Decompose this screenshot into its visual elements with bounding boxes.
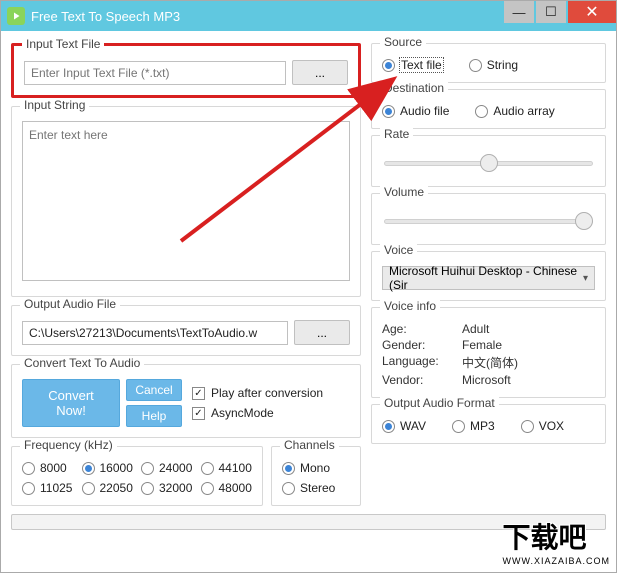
voice-info-key: Language: bbox=[382, 354, 462, 371]
play-after-checkbox[interactable]: ✓Play after conversion bbox=[192, 386, 323, 400]
source-group: Source Text fileString bbox=[371, 43, 606, 83]
voice-select[interactable]: Microsoft Huihui Desktop - Chinese (Sir … bbox=[382, 266, 595, 290]
browse-input-button[interactable]: ... bbox=[292, 60, 348, 85]
output-format-group: Output Audio Format WAVMP3VOX bbox=[371, 404, 606, 444]
radio-32000[interactable]: 32000 bbox=[141, 481, 193, 495]
radio-text-file[interactable]: Text file bbox=[382, 58, 443, 72]
voice-group: Voice Microsoft Huihui Desktop - Chinese… bbox=[371, 251, 606, 301]
group-legend: Output Audio Format bbox=[380, 396, 499, 410]
async-mode-checkbox[interactable]: ✓AsyncMode bbox=[192, 406, 323, 420]
radio-audio-array[interactable]: Audio array bbox=[475, 104, 554, 118]
group-legend: Volume bbox=[380, 185, 428, 199]
input-text-file-field[interactable] bbox=[24, 61, 286, 85]
group-legend: Destination bbox=[380, 81, 448, 95]
group-legend: Input String bbox=[20, 98, 89, 112]
radio-8000[interactable]: 8000 bbox=[22, 461, 74, 475]
radio-44100[interactable]: 44100 bbox=[201, 461, 253, 475]
cancel-button[interactable]: Cancel bbox=[126, 379, 182, 401]
frequency-group: Frequency (kHz) 800016000240004410011025… bbox=[11, 446, 263, 506]
radio-48000[interactable]: 48000 bbox=[201, 481, 253, 495]
group-legend: Source bbox=[380, 35, 426, 49]
group-legend: Voice info bbox=[380, 299, 440, 313]
minimize-button[interactable]: — bbox=[504, 1, 534, 23]
radio-11025[interactable]: 11025 bbox=[22, 481, 74, 495]
volume-slider[interactable] bbox=[384, 210, 593, 232]
voice-info-value: 中文(简体) bbox=[462, 354, 595, 371]
radio-16000[interactable]: 16000 bbox=[82, 461, 134, 475]
input-string-textarea[interactable] bbox=[22, 121, 350, 281]
group-legend: Channels bbox=[280, 438, 339, 452]
voice-info-key: Vendor: bbox=[382, 373, 462, 387]
radio-24000[interactable]: 24000 bbox=[141, 461, 193, 475]
maximize-button[interactable]: ☐ bbox=[536, 1, 566, 23]
channels-group: Channels MonoStereo bbox=[271, 446, 361, 506]
radio-22050[interactable]: 22050 bbox=[82, 481, 134, 495]
app-title: Free Text To Speech MP3 bbox=[31, 9, 502, 24]
rate-slider[interactable] bbox=[384, 152, 593, 174]
voice-info-key: Gender: bbox=[382, 338, 462, 352]
group-legend: Rate bbox=[380, 127, 413, 141]
group-legend: Output Audio File bbox=[20, 297, 120, 311]
group-legend: Voice bbox=[380, 243, 417, 257]
voice-info-group: Voice info Age:AdultGender:FemaleLanguag… bbox=[371, 307, 606, 398]
radio-wav[interactable]: WAV bbox=[382, 419, 426, 433]
volume-group: Volume bbox=[371, 193, 606, 245]
watermark: 下载吧 WWW.XIAZAIBA.COM bbox=[503, 516, 611, 566]
output-audio-file-group: Output Audio File ... bbox=[11, 305, 361, 356]
destination-group: Destination Audio fileAudio array bbox=[371, 89, 606, 129]
group-legend: Convert Text To Audio bbox=[20, 356, 144, 370]
convert-now-button[interactable]: Convert Now! bbox=[22, 379, 120, 427]
app-icon bbox=[7, 7, 25, 25]
input-text-file-group: Input Text File ... bbox=[11, 43, 361, 98]
output-audio-file-field[interactable] bbox=[22, 321, 288, 345]
radio-audio-file[interactable]: Audio file bbox=[382, 104, 449, 118]
convert-group: Convert Text To Audio Convert Now! Cance… bbox=[11, 364, 361, 438]
radio-stereo[interactable]: Stereo bbox=[282, 481, 350, 495]
radio-mono[interactable]: Mono bbox=[282, 461, 350, 475]
rate-group: Rate bbox=[371, 135, 606, 187]
voice-info-value: Microsoft bbox=[462, 373, 595, 387]
input-string-group: Input String bbox=[11, 106, 361, 297]
close-button[interactable]: ✕ bbox=[568, 1, 616, 23]
titlebar: Free Text To Speech MP3 — ☐ ✕ bbox=[1, 1, 616, 31]
radio-mp3[interactable]: MP3 bbox=[452, 419, 495, 433]
group-legend: Input Text File bbox=[22, 37, 104, 51]
chevron-down-icon: ▾ bbox=[583, 273, 588, 284]
voice-info-value: Female bbox=[462, 338, 595, 352]
voice-info-key: Age: bbox=[382, 322, 462, 336]
voice-info-value: Adult bbox=[462, 322, 595, 336]
help-button[interactable]: Help bbox=[126, 405, 182, 427]
browse-output-button[interactable]: ... bbox=[294, 320, 350, 345]
radio-vox[interactable]: VOX bbox=[521, 419, 564, 433]
group-legend: Frequency (kHz) bbox=[20, 438, 117, 452]
radio-string[interactable]: String bbox=[469, 58, 518, 72]
